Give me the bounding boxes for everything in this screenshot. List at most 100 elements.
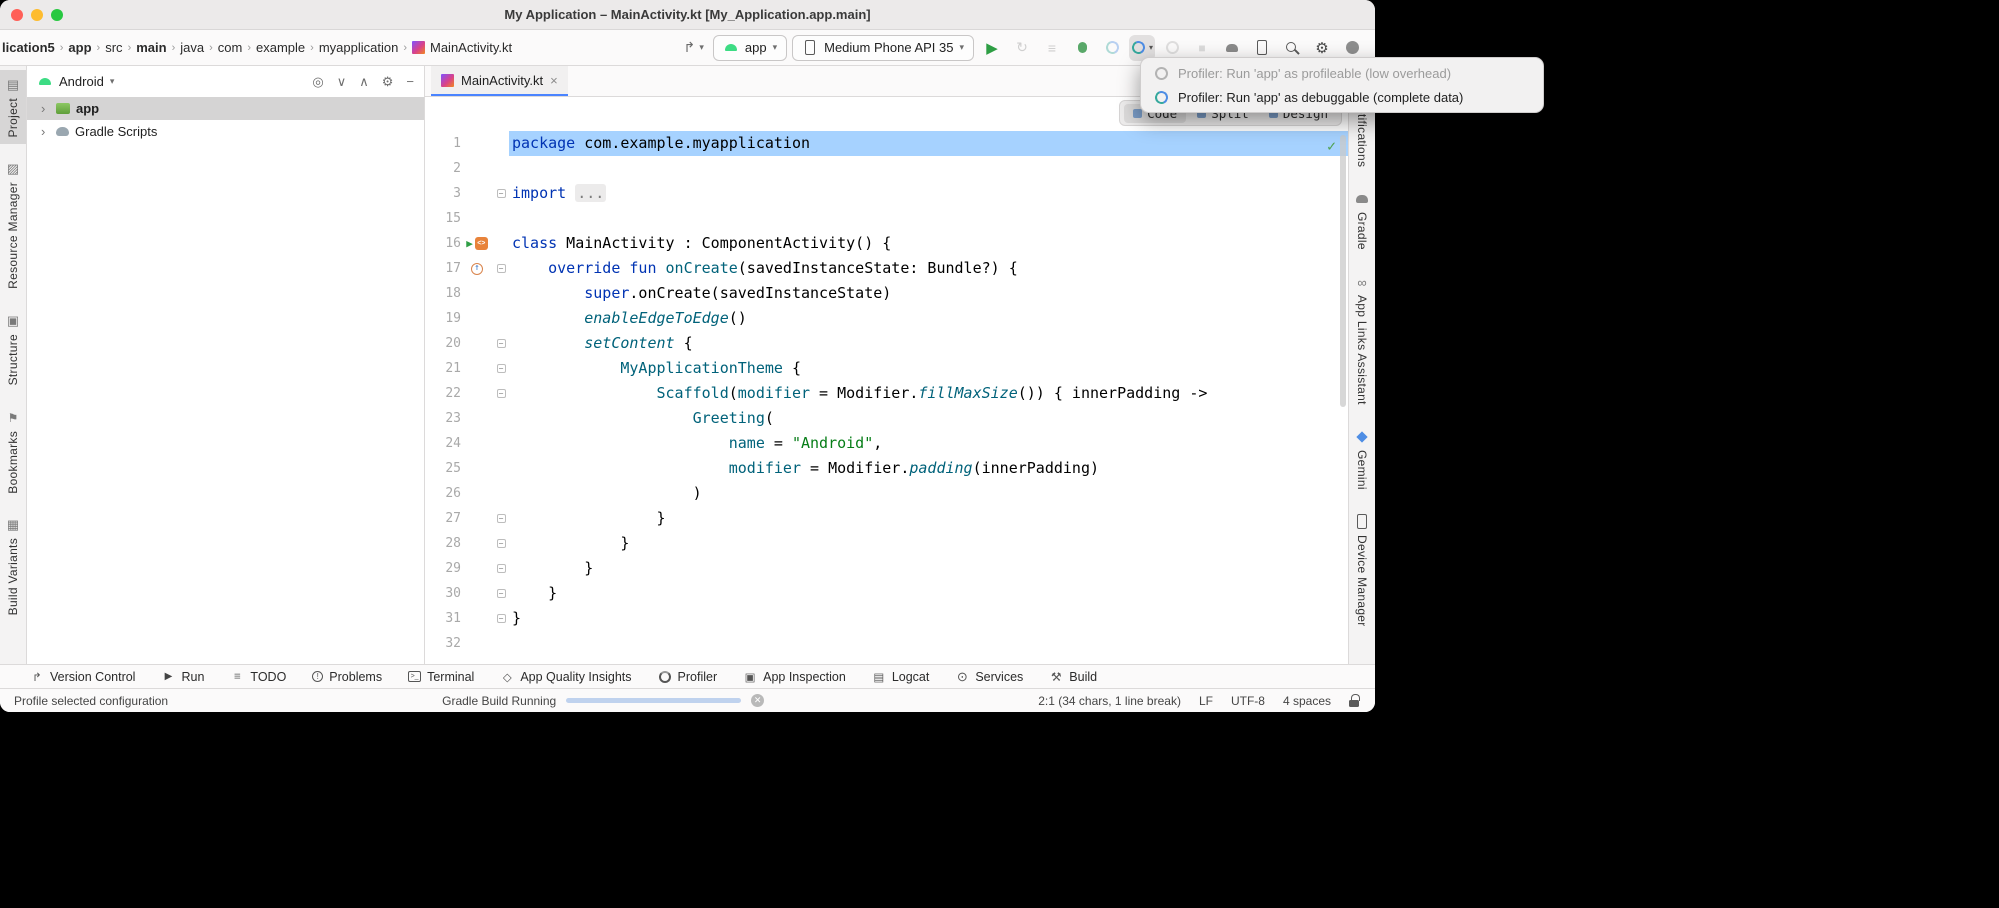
tool-button-profiler[interactable]: Profiler: [658, 670, 718, 684]
folded-imports[interactable]: ...: [575, 184, 606, 202]
rerun-button[interactable]: [1009, 35, 1035, 61]
code-text[interactable]: enableEdgeToEdge(): [509, 306, 1348, 331]
code-text[interactable]: package com.example.myapplication: [509, 131, 1348, 156]
breadcrumb-item-example[interactable]: example: [256, 40, 305, 55]
vertical-scrollbar[interactable]: [1340, 135, 1346, 407]
fold-icon[interactable]: −: [497, 189, 506, 198]
code-text[interactable]: Scaffold(modifier = Modifier.fillMaxSize…: [509, 381, 1348, 406]
code-text[interactable]: Greeting(: [509, 406, 1348, 431]
collapse-all-icon[interactable]: ∧: [359, 74, 369, 90]
fold-icon[interactable]: −: [497, 514, 506, 523]
tool-stripe-build-variants[interactable]: Build Variants: [0, 510, 26, 622]
profiler-menu-item-2[interactable]: Profiler: Run 'app' as debuggable (compl…: [1141, 85, 1543, 109]
code-editor[interactable]: CodeSplitDesign 1package com.example.mya…: [425, 97, 1348, 664]
debug-button[interactable]: [1069, 35, 1095, 61]
hide-panel-icon[interactable]: −: [406, 74, 414, 89]
code-text[interactable]: modifier = Modifier.padding(innerPadding…: [509, 456, 1348, 481]
fold-icon[interactable]: −: [497, 389, 506, 398]
code-line: 1package com.example.myapplication: [425, 131, 1348, 156]
vcs-widget[interactable]: ▾: [681, 40, 704, 56]
breadcrumb-item-app[interactable]: app: [68, 40, 91, 55]
code-text[interactable]: name = "Android",: [509, 431, 1348, 456]
tool-button-app-quality-insights[interactable]: App Quality Insights: [500, 670, 631, 684]
chevron-right-icon[interactable]: ›: [41, 101, 50, 116]
breadcrumb-item-main[interactable]: main: [136, 40, 166, 55]
breadcrumb-item-java[interactable]: java: [180, 40, 204, 55]
code-text[interactable]: }: [509, 581, 1348, 606]
file-encoding[interactable]: UTF-8: [1231, 694, 1265, 708]
tool-stripe-app-links-assistant[interactable]: App Links Assistant: [1349, 267, 1375, 412]
locate-file-icon[interactable]: ◎: [312, 74, 323, 90]
expand-all-icon[interactable]: ∨: [337, 74, 347, 90]
indent-setting[interactable]: 4 spaces: [1283, 694, 1331, 708]
tool-button-run[interactable]: Run: [161, 670, 204, 684]
breadcrumb-item-src[interactable]: src: [105, 40, 122, 55]
code-line: 27− }: [425, 506, 1348, 531]
tool-button-terminal[interactable]: Terminal: [408, 670, 474, 684]
code-text[interactable]: }: [509, 556, 1348, 581]
run-config-selector[interactable]: app ▾: [713, 35, 787, 61]
traffic-lights: [11, 9, 63, 21]
run-gutter-icon[interactable]: ▶: [466, 231, 473, 256]
close-button[interactable]: [11, 9, 23, 21]
tool-stripe-gradle[interactable]: Gradle: [1349, 184, 1375, 257]
fold-icon[interactable]: −: [497, 589, 506, 598]
lock-icon[interactable]: [1349, 694, 1361, 707]
fold-icon[interactable]: −: [497, 539, 506, 548]
tool-stripe-project[interactable]: Project: [0, 70, 26, 144]
fold-icon[interactable]: −: [497, 339, 506, 348]
code-text[interactable]: }: [509, 606, 1348, 631]
tab-mainactivity[interactable]: MainActivity.kt ×: [431, 66, 568, 96]
breadcrumb-separator: ›: [128, 42, 132, 54]
zoom-button[interactable]: [51, 9, 63, 21]
tool-button-build[interactable]: Build: [1049, 670, 1097, 684]
code-text[interactable]: class MainActivity : ComponentActivity()…: [509, 231, 1348, 256]
breadcrumb-item-myapplication[interactable]: myapplication: [319, 40, 399, 55]
inspection-status-icon[interactable]: ✓: [1327, 137, 1336, 155]
breadcrumb-item-mainactivity-kt[interactable]: MainActivity.kt: [430, 40, 512, 55]
code-text[interactable]: ): [509, 481, 1348, 506]
tool-stripe-resource-manager[interactable]: Resource Manager: [0, 154, 26, 296]
tree-item-gradle-scripts[interactable]: ›Gradle Scripts: [27, 120, 424, 143]
tool-button-app-inspection[interactable]: App Inspection: [743, 670, 846, 684]
device-selector[interactable]: Medium Phone API 35 ▾: [792, 35, 974, 61]
minimize-button[interactable]: [31, 9, 43, 21]
tool-button-version-control[interactable]: Version Control: [30, 670, 135, 684]
close-tab-icon[interactable]: ×: [550, 73, 558, 88]
build-menu-button[interactable]: [1039, 35, 1065, 61]
code-text[interactable]: MyApplicationTheme {: [509, 356, 1348, 381]
code-text[interactable]: import ...: [509, 181, 1348, 206]
chevron-right-icon[interactable]: ›: [41, 124, 50, 139]
line-ending[interactable]: LF: [1199, 694, 1213, 708]
fold-icon[interactable]: −: [497, 264, 506, 273]
profile-low-overhead-button[interactable]: [1099, 35, 1125, 61]
resource-manager-icon: [5, 161, 21, 177]
panel-settings-icon[interactable]: ⚙: [382, 74, 394, 90]
breadcrumb-item-lication5[interactable]: lication5: [2, 40, 55, 55]
override-gutter-icon[interactable]: ↑: [471, 263, 483, 275]
fold-icon[interactable]: −: [497, 564, 506, 573]
project-view-mode[interactable]: Android: [59, 74, 104, 89]
tool-stripe-gemini[interactable]: Gemini: [1349, 422, 1375, 497]
tool-button-services[interactable]: Services: [955, 670, 1023, 684]
tool-button-todo[interactable]: TODO: [230, 670, 286, 684]
run-button[interactable]: [979, 35, 1005, 61]
tool-stripe-device-manager[interactable]: Device Manager: [1349, 507, 1375, 634]
tool-button-logcat[interactable]: Logcat: [872, 670, 930, 684]
code-text[interactable]: super.onCreate(savedInstanceState): [509, 281, 1348, 306]
tool-stripe-structure[interactable]: Structure: [0, 306, 26, 392]
tool-stripe-bookmarks[interactable]: Bookmarks: [0, 403, 26, 501]
fold-icon[interactable]: −: [497, 614, 506, 623]
code-text[interactable]: }: [509, 506, 1348, 531]
code-text[interactable]: setContent {: [509, 331, 1348, 356]
stop-build-button[interactable]: ✕: [751, 694, 764, 707]
tool-button-problems[interactable]: Problems: [312, 670, 382, 684]
chevron-down-icon: ▾: [1149, 43, 1153, 52]
code-text[interactable]: }: [509, 531, 1348, 556]
fold-icon[interactable]: −: [497, 364, 506, 373]
code-text[interactable]: override fun onCreate(savedInstanceState…: [509, 256, 1348, 281]
caret-position[interactable]: 2:1 (34 chars, 1 line break): [1038, 694, 1181, 708]
chevron-down-icon[interactable]: ▾: [110, 76, 115, 87]
tree-item-app[interactable]: ›app: [27, 97, 424, 120]
breadcrumb-item-com[interactable]: com: [218, 40, 243, 55]
